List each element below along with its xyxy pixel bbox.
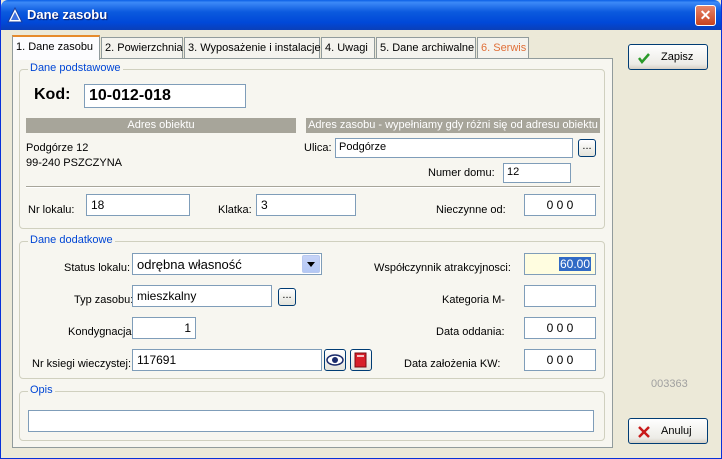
status-dropdown-arrow[interactable] bbox=[302, 255, 320, 273]
record-id: 003363 bbox=[651, 378, 688, 390]
kategoria-input[interactable] bbox=[524, 285, 596, 307]
eye-icon bbox=[326, 354, 344, 366]
ulica-label: Ulica: bbox=[304, 142, 332, 154]
tab-panel: Dane podstawowe Kod: 10-012-018 Adres ob… bbox=[12, 58, 613, 448]
book-icon bbox=[354, 352, 367, 368]
ulica-browse-button[interactable]: ... bbox=[578, 139, 596, 157]
status-lokalu-value: odrębna własność bbox=[137, 257, 242, 272]
app-triangle-icon bbox=[7, 7, 23, 23]
kondygnacja-input[interactable]: 1 bbox=[132, 317, 196, 339]
group-label-dane-podstawowe: Dane podstawowe bbox=[28, 62, 123, 74]
wspolczynnik-label: Współczynnik atrakcyjnosci: bbox=[374, 262, 511, 274]
tab-dane-archiwalne[interactable]: 5. Dane archiwalne bbox=[376, 37, 476, 59]
tab-powierzchnia[interactable]: 2. Powierzchnia bbox=[101, 37, 183, 59]
typ-zasobu-label: Typ zasobu: bbox=[74, 294, 134, 306]
nr-lokalu-input[interactable]: 18 bbox=[86, 194, 190, 216]
cancel-button[interactable]: Anuluj bbox=[628, 418, 708, 444]
ksiega-wieczysta-input[interactable]: 117691 bbox=[132, 349, 322, 371]
cancel-label: Anuluj bbox=[661, 425, 692, 437]
kod-label: Kod: bbox=[34, 86, 71, 103]
group-label-opis: Opis bbox=[28, 384, 55, 396]
kondygnacja-label: Kondygnacja: bbox=[68, 326, 135, 338]
klatka-input[interactable]: 3 bbox=[256, 194, 356, 216]
dialog-window: Dane zasobu ✕ 1. Dane zasobu 2. Powierzc… bbox=[0, 0, 722, 459]
data-oddania-input[interactable]: 0 0 0 bbox=[524, 317, 596, 339]
ksiega-wieczysta-label: Nr ksiegi wieczystej: bbox=[32, 358, 132, 370]
numer-domu-label: Numer domu: bbox=[428, 167, 495, 179]
close-button[interactable]: ✕ bbox=[695, 5, 716, 26]
address-header: Adres obiektu bbox=[26, 118, 296, 133]
open-ksiega-button[interactable] bbox=[350, 349, 372, 371]
wspolczynnik-value: 60.00 bbox=[558, 257, 591, 271]
opis-input[interactable] bbox=[28, 410, 594, 432]
nieczynne-label: Nieczynne od: bbox=[436, 204, 506, 216]
kategoria-label: Kategoria M- bbox=[442, 294, 505, 306]
close-icon: ✕ bbox=[699, 7, 712, 23]
tab-serwis: 6. Serwis bbox=[477, 37, 529, 59]
address-line-2: 99-240 PSZCZYNA bbox=[26, 157, 122, 169]
checkmark-icon bbox=[638, 53, 650, 64]
tab-uwagi[interactable]: 4. Uwagi bbox=[321, 37, 375, 59]
address-line-1: Podgórze 12 bbox=[26, 142, 89, 154]
title-bar[interactable]: Dane zasobu ✕ bbox=[1, 0, 721, 30]
status-lokalu-label: Status lokalu: bbox=[64, 262, 131, 274]
data-kw-input[interactable]: 0 0 0 bbox=[524, 349, 596, 371]
group-label-dane-dodatkowe: Dane dodatkowe bbox=[28, 234, 115, 246]
window-title: Dane zasobu bbox=[27, 7, 108, 22]
ulica-input[interactable]: Podgórze bbox=[335, 138, 573, 158]
typ-zasobu-browse-button[interactable]: ... bbox=[278, 288, 296, 306]
save-button[interactable]: Zapisz bbox=[628, 44, 708, 70]
cross-icon bbox=[638, 426, 650, 438]
tab-dane-zasobu[interactable]: 1. Dane zasobu bbox=[12, 35, 100, 60]
nr-lokalu-label: Nr lokalu: bbox=[28, 204, 75, 216]
data-kw-label: Data założenia KW: bbox=[404, 358, 501, 370]
tab-wyposazenie[interactable]: 3. Wyposażenie i instalacje bbox=[184, 37, 321, 59]
numer-domu-input[interactable]: 12 bbox=[503, 163, 571, 183]
data-oddania-label: Data oddania: bbox=[436, 326, 505, 338]
save-label: Zapisz bbox=[661, 51, 694, 63]
wspolczynnik-input[interactable]: 60.00 bbox=[524, 253, 596, 275]
nieczynne-input[interactable]: 0 0 0 bbox=[524, 194, 596, 216]
group-opis: Opis bbox=[19, 384, 605, 441]
klatka-label: Klatka: bbox=[218, 204, 252, 216]
group-dane-podstawowe: Dane podstawowe Kod: 10-012-018 Adres ob… bbox=[19, 62, 605, 229]
chevron-down-icon bbox=[307, 262, 315, 267]
group-dane-dodatkowe: Dane dodatkowe Status lokalu: odrębna wł… bbox=[19, 234, 605, 379]
typ-zasobu-input[interactable]: mieszkalny bbox=[132, 285, 272, 307]
status-lokalu-select[interactable]: odrębna własność bbox=[132, 253, 322, 275]
view-ksiega-button[interactable] bbox=[324, 349, 346, 371]
kod-input[interactable]: 10-012-018 bbox=[84, 84, 246, 108]
separator bbox=[26, 186, 600, 188]
resource-address-header: Adres zasobu - wypełniamy gdy różni się … bbox=[306, 118, 600, 133]
